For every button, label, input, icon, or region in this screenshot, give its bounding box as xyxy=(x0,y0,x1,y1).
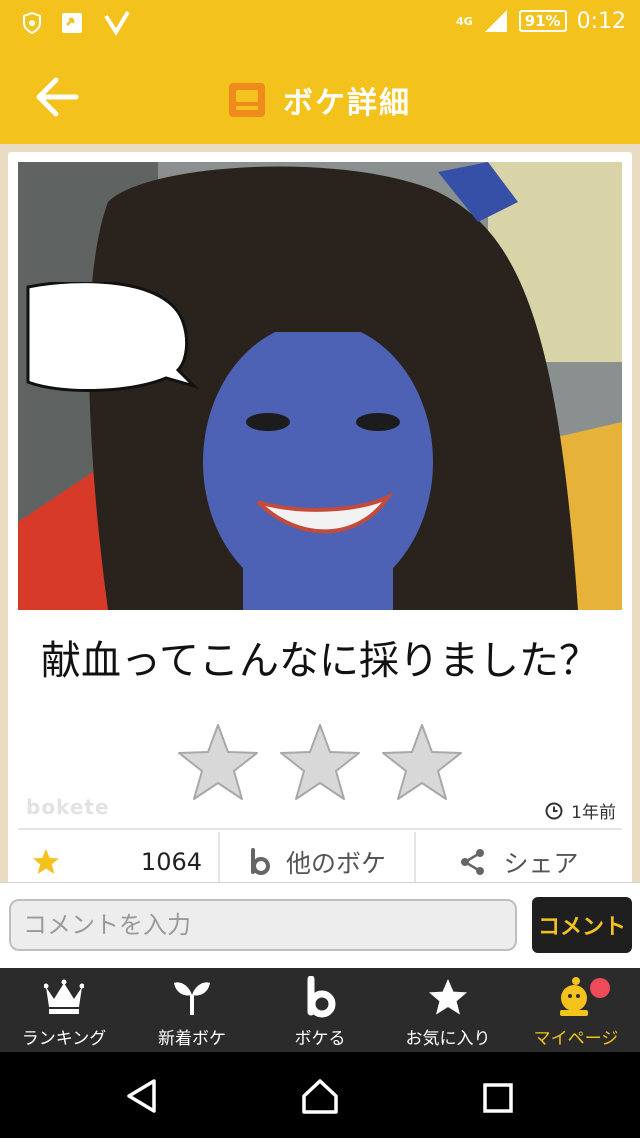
other-bokes-label: 他のボケ xyxy=(285,849,386,878)
post-time: 1年前 xyxy=(545,798,616,823)
nav-favorites-label: お気に入り xyxy=(405,1029,491,1049)
notification-badge xyxy=(590,978,610,998)
share-label: シェア xyxy=(503,849,579,878)
bottom-nav: ランキング 新着ボケ ボケる お気に入り マイページ xyxy=(0,968,640,1052)
nav-my-page[interactable]: マイページ xyxy=(512,968,640,1052)
post-image[interactable] xyxy=(18,162,622,610)
comment-submit-button[interactable]: コメント xyxy=(532,897,632,953)
sprout-icon xyxy=(174,982,210,1015)
app-bar: ボケ詳細 xyxy=(0,48,640,144)
time-ago-label: 1年前 xyxy=(571,803,616,823)
share-icon xyxy=(461,849,485,875)
system-navigation-bar xyxy=(0,1052,640,1138)
nav-post-boke-label: ボケる xyxy=(294,1029,346,1049)
crown-icon xyxy=(44,979,84,1014)
nav-new-bokes-label: 新着ボケ xyxy=(158,1029,226,1049)
star-icon xyxy=(429,979,467,1015)
rate-star-2-button[interactable] xyxy=(278,722,362,802)
nav-ranking[interactable]: ランキング xyxy=(0,968,128,1052)
clock-icon xyxy=(545,802,563,819)
speech-bubble xyxy=(26,282,200,392)
page-title: ボケ詳細 xyxy=(283,86,411,121)
rating-stars xyxy=(8,722,632,802)
rate-star-3-button[interactable] xyxy=(380,722,464,802)
nav-post-boke[interactable]: ボケる xyxy=(256,968,384,1052)
score-count: 1064 xyxy=(140,848,202,876)
status-bar: 4G 91% 0:12 xyxy=(0,0,640,48)
nav-ranking-label: ランキング xyxy=(21,1029,107,1049)
signal-icon xyxy=(484,10,507,32)
star-filled-icon xyxy=(33,849,59,874)
clock: 0:12 xyxy=(576,8,626,34)
nav-new-bokes[interactable]: 新着ボケ xyxy=(128,968,256,1052)
comment-input[interactable] xyxy=(9,899,517,951)
nav-my-page-label: マイページ xyxy=(533,1029,619,1049)
system-recents-icon[interactable] xyxy=(482,1082,514,1114)
system-back-icon[interactable] xyxy=(124,1078,158,1114)
boke-caption: 献血ってこんなに採りました？ xyxy=(41,638,599,684)
comment-bar: コメント xyxy=(0,882,640,968)
monitor-icon xyxy=(229,83,265,117)
nav-favorites[interactable]: お気に入り xyxy=(384,968,512,1052)
rate-star-1-button[interactable] xyxy=(176,722,260,802)
cast-icon xyxy=(62,13,82,33)
system-home-icon[interactable] xyxy=(300,1078,340,1114)
post-card: 献血ってこんなに採りました？ bokete 1年前 1064 他のボケ シェア xyxy=(8,152,632,892)
mascot-icon xyxy=(560,977,588,1016)
bokete-b-icon xyxy=(250,848,270,875)
shield-icon xyxy=(23,12,41,34)
bokete-watermark: bokete xyxy=(26,795,110,819)
divider xyxy=(18,828,622,830)
battery-indicator: 91% xyxy=(518,10,567,32)
network-type: 4G xyxy=(456,14,473,28)
bokete-b-icon xyxy=(307,976,336,1018)
app-notification-icon xyxy=(104,10,130,36)
